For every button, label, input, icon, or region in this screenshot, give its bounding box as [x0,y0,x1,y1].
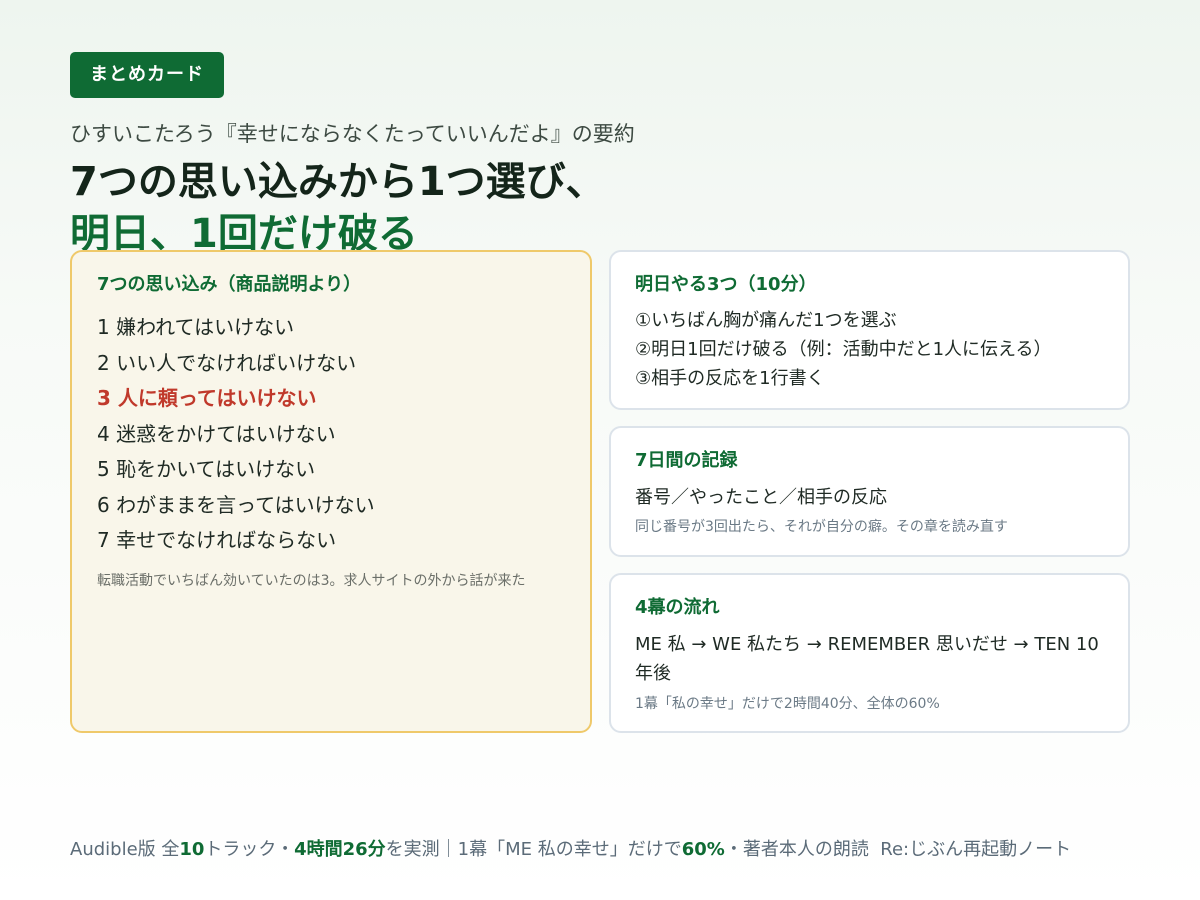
record-card-heading: 7日間の記録 [635,450,738,471]
belief-item: 1 嫌われてはいけない [97,315,295,339]
summary-card-badge: まとめカード [70,52,224,98]
record-card-body: 番号／やったこと／相手の反応 [635,487,887,508]
belief-item: 5 恥をかいてはいけない [97,457,316,481]
belief-item: 6 わがままを言ってはいけない [97,492,375,517]
belief-item: 2 いい人でなければいけない [97,350,357,375]
beliefs-card-note: 転職活動でいちばん効いていたのは3。求人サイトの外から話が来た [97,572,526,589]
belief-item: 7 幸せでなければならない [97,528,337,552]
footer-percentage: 60% [681,839,725,860]
beliefs-card: 7つの思い込み（商品説明より） 1 嫌われてはいけない 2 いい人でなければいけ… [70,250,592,733]
step-item: ②明日1回だけ破る（例：活動中だと1人に伝える） [635,339,1052,360]
flow-card-body: ME 私 → WE 私たち → REMEMBER 思いだせ → TEN 10年後 [635,634,1099,684]
title-line-1: 7つの思い込みから1つ選び、 [70,159,606,205]
seven-day-record-card: 7日間の記録 番号／やったこと／相手の反応 同じ番号が3回出たら、それが自分の癖… [609,426,1130,557]
footer-brand: Re:じぶん再起動ノート [880,839,1072,860]
footer-caption: Audible版 全10トラック・4時間26分を実測｜1幕「ME 私の幸せ」だけ… [70,837,1071,863]
belief-item-highlighted: 3 人に頼ってはいけない [97,386,317,410]
record-card-note: 同じ番号が3回出たら、それが自分の癖。その章を読み直す [635,519,1008,535]
flow-card-note: 1幕「私の幸せ」だけで2時間40分、全体の60% [635,696,940,712]
step-item: ③相手の反応を1行書く [635,368,825,389]
flow-card-heading: 4幕の流れ [635,597,720,618]
footer-text: を実測｜1幕「ME 私の幸せ」だけで [385,839,682,860]
footer-text: ・著者本人の朗読 [724,839,869,860]
book-subtitle: ひすいこたろう『幸せにならなくたっていいんだよ』の要約 [70,122,635,146]
beliefs-card-heading: 7つの思い込み（商品説明より） [97,274,362,295]
beliefs-list: 1 嫌われてはいけない 2 いい人でなければいけない 3 人に頼ってはいけない … [97,310,566,559]
footer-track-count: 10 [179,839,205,860]
four-act-flow-card: 4幕の流れ ME 私 → WE 私たち → REMEMBER 思いだせ → TE… [609,573,1130,733]
footer-text: トラック・ [204,839,295,860]
footer-duration: 4時間26分 [294,839,386,860]
tomorrow-card-heading: 明日やる3つ（10分） [635,274,817,295]
page-title: 7つの思い込みから1つ選び、 明日、1回だけ破る [70,156,606,260]
tomorrow-steps-list: ①いちばん胸が痛んだ1つを選ぶ ②明日1回だけ破る（例：活動中だと1人に伝える）… [635,306,1104,393]
footer-text: Audible版 全 [70,839,180,860]
tomorrow-steps-card: 明日やる3つ（10分） ①いちばん胸が痛んだ1つを選ぶ ②明日1回だけ破る（例：… [609,250,1130,410]
belief-item: 4 迷惑をかけてはいけない [97,421,336,446]
step-item: ①いちばん胸が痛んだ1つを選ぶ [635,310,897,331]
